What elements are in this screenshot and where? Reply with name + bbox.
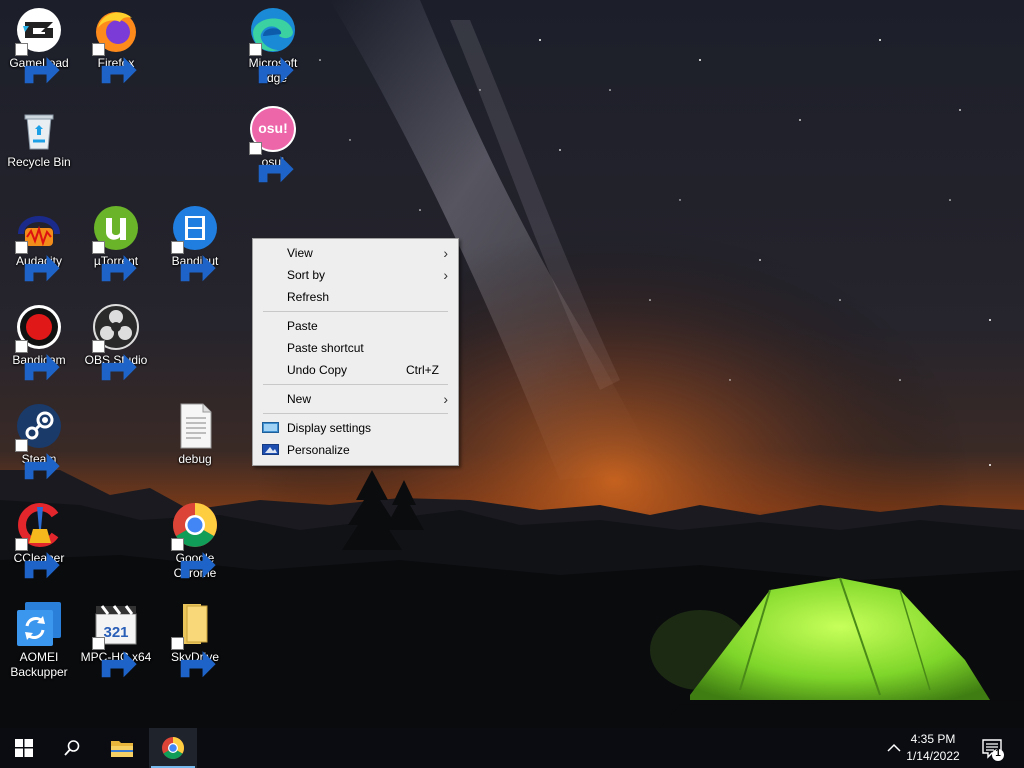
action-center-button[interactable]: 1 bbox=[980, 736, 1006, 762]
shortcut-arrow-icon bbox=[92, 241, 137, 282]
menu-item-label: Paste shortcut bbox=[287, 341, 364, 355]
personalize-icon bbox=[262, 444, 279, 455]
mpc-hc-icon: 321 bbox=[92, 600, 140, 678]
search-button[interactable] bbox=[48, 728, 96, 768]
desktop-icon-osu[interactable]: osu! osu! bbox=[235, 99, 311, 183]
menu-item-sort-by[interactable]: Sort by › bbox=[253, 264, 458, 286]
notification-count-badge: 1 bbox=[995, 748, 1001, 759]
shortcut-arrow-icon bbox=[15, 538, 60, 579]
desktop-context-menu: View › Sort by › Refresh Paste Paste sho… bbox=[252, 238, 459, 466]
shortcut-arrow-icon bbox=[15, 43, 60, 84]
taskbar: 4:35 PM 1/14/2022 1 bbox=[0, 728, 1024, 768]
menu-item-label: View bbox=[287, 246, 313, 260]
osu-icon: osu! bbox=[249, 105, 297, 183]
desktop-icon-firefox[interactable]: Firefox bbox=[78, 0, 154, 84]
firefox-icon bbox=[92, 6, 140, 84]
folder-icon bbox=[171, 600, 219, 678]
shortcut-arrow-icon bbox=[171, 637, 216, 678]
steam-icon bbox=[15, 402, 63, 480]
desktop-icon-audacity[interactable]: Audacity bbox=[1, 198, 77, 282]
recycle-bin-icon bbox=[15, 105, 63, 153]
menu-item-label: Sort by bbox=[287, 268, 326, 282]
desktop-icon-mpc-hc[interactable]: 321 MPC-HC x64 bbox=[78, 594, 154, 678]
menu-item-display-settings[interactable]: Display settings bbox=[253, 417, 458, 439]
menu-item-paste[interactable]: Paste bbox=[253, 315, 458, 337]
taskbar-clock[interactable]: 4:35 PM 1/14/2022 bbox=[898, 731, 968, 765]
submenu-arrow-icon: › bbox=[443, 245, 448, 261]
desktop-icon-obs-studio[interactable]: OBS Studio bbox=[78, 297, 154, 381]
aomei-icon bbox=[15, 600, 63, 648]
shortcut-arrow-icon bbox=[15, 241, 60, 282]
desktop-icon-microsoft-edge[interactable]: Microsoft Edge bbox=[235, 0, 311, 86]
menu-item-label: Display settings bbox=[287, 421, 372, 435]
desktop-icon-recycle-bin[interactable]: Recycle Bin bbox=[1, 99, 77, 170]
menu-item-label: Personalize bbox=[287, 443, 350, 457]
bandicut-icon bbox=[171, 204, 219, 282]
shortcut-arrow-icon bbox=[171, 538, 216, 579]
submenu-arrow-icon: › bbox=[443, 267, 448, 283]
edge-icon bbox=[249, 6, 297, 84]
desktop-icon-aomei-backupper[interactable]: AOMEI Backupper bbox=[1, 594, 77, 680]
menu-item-personalize[interactable]: Personalize bbox=[253, 439, 458, 461]
desktop-icon-label: Recycle Bin bbox=[7, 155, 71, 169]
shortcut-arrow-icon bbox=[92, 43, 137, 84]
clock-time: 4:35 PM bbox=[910, 732, 956, 746]
shortcut-arrow-icon bbox=[171, 241, 216, 282]
start-button[interactable] bbox=[0, 728, 48, 768]
gameload-icon bbox=[15, 6, 63, 84]
submenu-arrow-icon: › bbox=[443, 391, 448, 407]
chrome-icon bbox=[171, 501, 219, 579]
text-file-icon bbox=[171, 402, 219, 450]
display-icon bbox=[262, 422, 279, 433]
shortcut-arrow-icon bbox=[92, 637, 137, 678]
menu-separator bbox=[263, 413, 448, 414]
keyboard-shortcut: Ctrl+Z bbox=[406, 363, 439, 377]
desktop-icon-label: debug bbox=[178, 452, 212, 466]
desktop-icon-debug[interactable]: debug bbox=[157, 396, 233, 467]
audacity-icon bbox=[15, 204, 63, 282]
shortcut-arrow-icon bbox=[92, 340, 137, 381]
obs-icon bbox=[92, 303, 140, 381]
desktop-icon-bandicut[interactable]: Bandicut bbox=[157, 198, 233, 282]
utorrent-icon bbox=[92, 204, 140, 282]
menu-item-new[interactable]: New › bbox=[253, 388, 458, 410]
osu-icon-text: osu! bbox=[258, 120, 288, 136]
desktop-icon-label: AOMEI Backupper bbox=[10, 650, 68, 679]
menu-item-label: Undo Copy bbox=[287, 363, 348, 377]
desktop-icon-gameload[interactable]: GameLoad bbox=[1, 0, 77, 84]
shortcut-arrow-icon bbox=[249, 142, 294, 183]
desktop-icon-skydrive[interactable]: SkyDrive bbox=[157, 594, 233, 678]
menu-item-label: Refresh bbox=[287, 290, 330, 304]
search-icon bbox=[64, 740, 80, 756]
desktop-icon-steam[interactable]: Steam bbox=[1, 396, 77, 480]
desktop-icon-ccleaner[interactable]: CCleaner bbox=[1, 495, 77, 579]
menu-item-label: Paste bbox=[287, 319, 318, 333]
clock-date: 1/14/2022 bbox=[906, 749, 960, 763]
menu-item-refresh[interactable]: Refresh bbox=[253, 286, 458, 308]
file-explorer-icon bbox=[111, 741, 133, 757]
menu-item-paste-shortcut[interactable]: Paste shortcut bbox=[253, 337, 458, 359]
start-icon bbox=[15, 739, 33, 757]
chrome-icon bbox=[162, 737, 184, 759]
shortcut-arrow-icon bbox=[249, 43, 294, 84]
menu-item-view[interactable]: View › bbox=[253, 242, 458, 264]
ccleaner-icon bbox=[15, 501, 63, 579]
taskbar-chrome-button[interactable] bbox=[149, 728, 197, 768]
file-explorer-button[interactable] bbox=[98, 728, 146, 768]
shortcut-arrow-icon bbox=[15, 340, 60, 381]
desktop-icon-utorrent[interactable]: µTorrent bbox=[78, 198, 154, 282]
desktop-icon-bandicam[interactable]: Bandicam bbox=[1, 297, 77, 381]
desktop-icon-google-chrome[interactable]: Google Chrome bbox=[157, 495, 233, 581]
shortcut-arrow-icon bbox=[15, 439, 60, 480]
bandicam-icon bbox=[15, 303, 63, 381]
menu-item-undo-copy[interactable]: Undo Copy Ctrl+Z bbox=[253, 359, 458, 381]
menu-separator bbox=[263, 311, 448, 312]
menu-item-label: New bbox=[287, 392, 312, 406]
menu-separator bbox=[263, 384, 448, 385]
